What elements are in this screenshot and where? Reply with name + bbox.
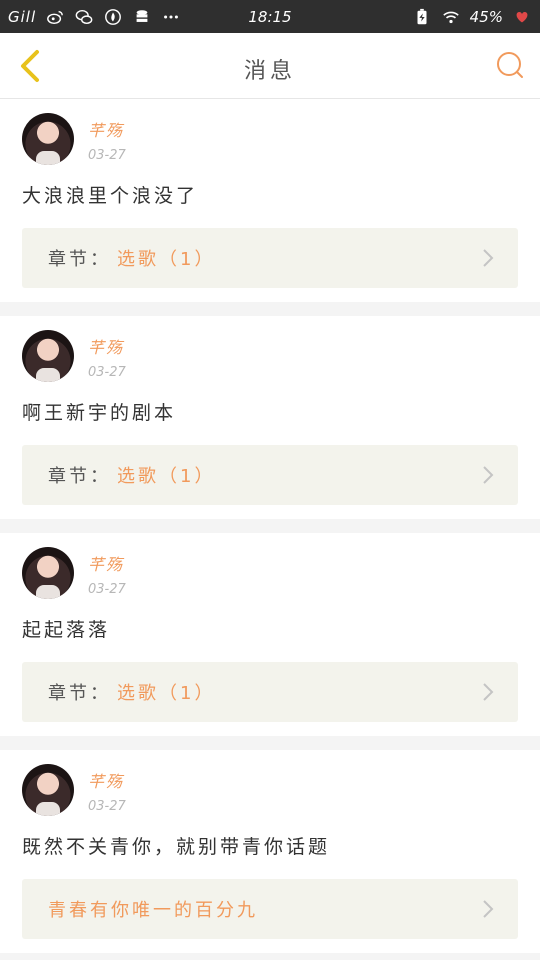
message-content: 大浪浪里个浪没了: [22, 185, 199, 207]
chapter-label: 章节：: [48, 249, 111, 270]
wechat-icon: [74, 7, 94, 27]
chevron-right-icon: [478, 248, 498, 268]
message-card: 芊殇 03-27 既然不关青你，就别带青你话题 青春有你唯一的百分九: [0, 750, 540, 953]
chevron-left-icon: [21, 50, 39, 82]
avatar[interactable]: [22, 113, 74, 165]
weibo-icon: [45, 7, 65, 27]
user-meta: 芊殇 03-27: [88, 547, 126, 597]
username[interactable]: 芊殇: [88, 768, 126, 792]
chapter-link[interactable]: 章节： 选歌（1）: [22, 228, 518, 288]
page-title: 消息: [243, 59, 296, 84]
message-date: 03-27: [88, 365, 126, 380]
username[interactable]: 芊殇: [88, 117, 126, 141]
user-meta: 芊殇 03-27: [88, 113, 126, 163]
user-meta: 芊殇 03-27: [88, 330, 126, 380]
user-meta: 芊殇 03-27: [88, 764, 126, 814]
status-right: 45%: [412, 7, 532, 27]
carrier-signal: Gill: [8, 7, 37, 26]
heart-icon: [512, 7, 532, 27]
chevron-right-icon: [478, 465, 498, 485]
search-button[interactable]: [492, 47, 528, 83]
status-left: Gill: [8, 7, 181, 27]
message-header: 芊殇 03-27: [22, 113, 518, 165]
message-date: 03-27: [88, 582, 126, 597]
chapter-link[interactable]: 章节： 选歌（1）: [22, 662, 518, 722]
topic-link[interactable]: 青春有你唯一的百分九: [22, 879, 518, 939]
chevron-right-icon: [478, 899, 498, 919]
message-card: 芊殇 03-27 大浪浪里个浪没了 章节： 选歌（1）: [0, 99, 540, 302]
message-content: 起起落落: [22, 619, 111, 641]
avatar[interactable]: [22, 547, 74, 599]
chapter-link[interactable]: 章节： 选歌（1）: [22, 445, 518, 505]
fire-icon: [103, 7, 123, 27]
message-content: 既然不关青你，就别带青你话题: [22, 836, 331, 858]
status-bar: Gill 18:15 45%: [0, 0, 540, 33]
chapter-title: 选歌（1）: [117, 683, 216, 704]
message-date: 03-27: [88, 799, 126, 814]
battery-charging-icon: [412, 7, 432, 27]
battery-percent: 45%: [469, 7, 503, 26]
chapter-title: 选歌（1）: [117, 466, 216, 487]
username[interactable]: 芊殇: [88, 551, 126, 575]
message-header: 芊殇 03-27: [22, 547, 518, 599]
chapter-title: 选歌（1）: [117, 249, 216, 270]
more-dots-icon: [161, 7, 181, 27]
message-list: 芊殇 03-27 大浪浪里个浪没了 章节： 选歌（1） 芊殇 03-27 啊王新…: [0, 99, 540, 953]
chapter-label: 章节：: [48, 466, 111, 487]
chapter-label: 章节：: [48, 683, 111, 704]
back-button[interactable]: [10, 46, 50, 86]
search-icon: [497, 52, 523, 78]
message-header: 芊殇 03-27: [22, 764, 518, 816]
wifi-icon: [441, 7, 461, 27]
chevron-right-icon: [478, 682, 498, 702]
header-bar: 消息: [0, 33, 540, 99]
username[interactable]: 芊殇: [88, 334, 126, 358]
message-header: 芊殇 03-27: [22, 330, 518, 382]
message-content: 啊王新宇的剧本: [22, 402, 177, 424]
avatar[interactable]: [22, 330, 74, 382]
topic-title: 青春有你唯一的百分九: [48, 900, 258, 921]
message-card: 芊殇 03-27 起起落落 章节： 选歌（1）: [0, 533, 540, 736]
avatar[interactable]: [22, 764, 74, 816]
database-icon: [132, 7, 152, 27]
message-card: 芊殇 03-27 啊王新宇的剧本 章节： 选歌（1）: [0, 316, 540, 519]
message-date: 03-27: [88, 148, 126, 163]
